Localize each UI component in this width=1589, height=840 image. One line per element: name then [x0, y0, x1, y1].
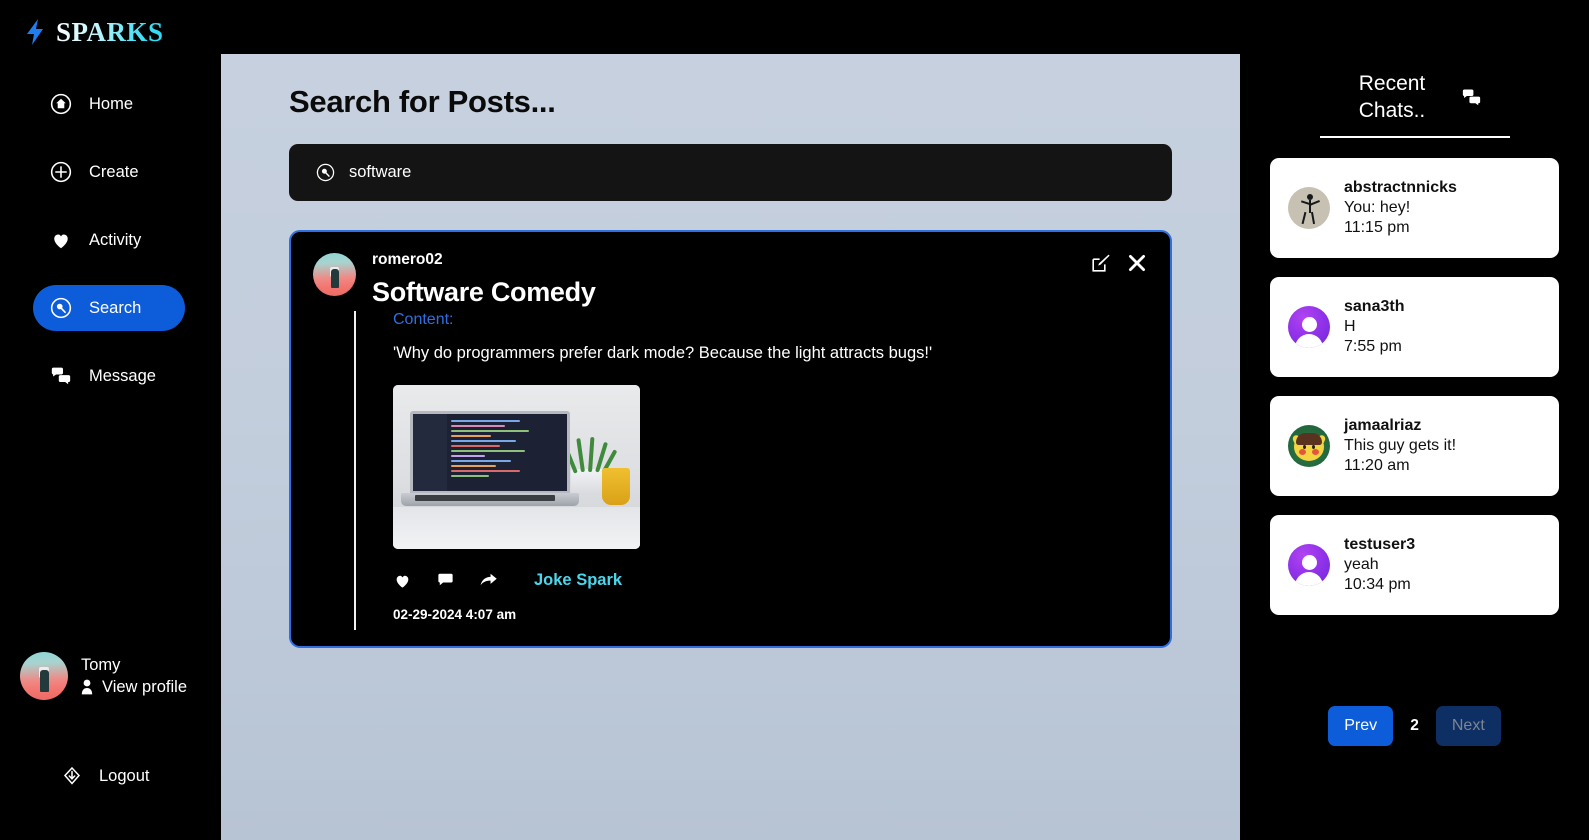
chat-username: abstractnnicks [1344, 179, 1457, 196]
logout-button[interactable]: Logout [62, 766, 149, 786]
chat-username: jamaalriaz [1344, 417, 1422, 434]
search-circle-icon [50, 297, 72, 319]
chat-list-item[interactable]: testuser3 yeah 10:34 pm [1270, 515, 1559, 615]
sidebar-item-label: Message [89, 366, 156, 385]
search-bar[interactable] [289, 144, 1172, 201]
next-page-button: Next [1435, 706, 1501, 746]
post-action-bar: Joke Spark [393, 571, 1148, 590]
comment-bubble-icon[interactable] [436, 571, 455, 590]
sidebar-item-activity[interactable]: Activity [33, 217, 185, 263]
close-x-icon [1129, 254, 1145, 271]
view-profile-label: View profile [102, 677, 187, 696]
plus-circle-icon [50, 161, 72, 183]
default-purple-avatar [1288, 544, 1330, 586]
content-label: Content: [393, 311, 454, 328]
sidebar-item-create[interactable]: Create [33, 149, 185, 195]
chat-last-message: You: hey! [1344, 199, 1411, 216]
share-arrow-icon[interactable] [479, 571, 498, 590]
sidebar-item-home[interactable]: Home [33, 81, 185, 127]
chat-last-message: yeah [1344, 556, 1379, 573]
chat-list-item[interactable]: jamaalriaz This guy gets it! 11:20 am [1270, 396, 1559, 496]
chat-list-item[interactable]: abstractnnicks You: hey! 11:15 pm [1270, 158, 1559, 258]
sidebar-item-search[interactable]: Search [33, 285, 185, 331]
chat-last-message: H [1344, 318, 1356, 335]
app-root: SPARKS Home Create Activity Search Messa… [0, 0, 1589, 840]
post-content-text: 'Why do programmers prefer dark mode? Be… [393, 344, 933, 362]
search-circle-icon [316, 163, 335, 182]
chat-bubbles-icon[interactable] [1460, 88, 1483, 107]
view-profile-link[interactable]: View profile [81, 678, 187, 697]
recent-chats-panel: Recent Chats.. abstractnnicks You: hey! … [1240, 0, 1589, 840]
default-purple-avatar [1288, 306, 1330, 348]
chat-timestamp: 10:34 pm [1344, 576, 1411, 593]
divider [1319, 136, 1510, 138]
heart-icon[interactable] [393, 571, 412, 590]
sidebar-item-label: Activity [89, 230, 142, 249]
sidebar: SPARKS Home Create Activity Search Messa… [0, 0, 221, 840]
brand-name: SPARKS [56, 16, 164, 47]
current-page-number: 2 [1410, 717, 1419, 734]
chat-username: testuser3 [1344, 536, 1416, 553]
chat-bubbles-icon [51, 367, 71, 385]
post-card-actions [1091, 253, 1147, 273]
chat-timestamp: 11:15 pm [1344, 219, 1410, 236]
chat-timestamp: 11:20 am [1344, 457, 1410, 474]
chat-timestamp: 7:55 pm [1344, 338, 1402, 355]
spark-tag[interactable]: Joke Spark [534, 571, 622, 590]
post-timestamp: 02-29-2024 4:07 am [393, 607, 517, 622]
sidebar-nav: Home Create Activity Search Message [0, 81, 221, 399]
sidebar-item-label: Search [89, 298, 142, 317]
chat-list-item[interactable]: sana3th H 7:55 pm [1270, 277, 1559, 377]
brand-logo[interactable]: SPARKS [0, 0, 221, 52]
edit-pencil-icon [1092, 254, 1110, 272]
pikachu-avatar [1288, 425, 1330, 467]
logout-icon [63, 766, 81, 785]
post-image[interactable] [393, 385, 640, 549]
sidebar-item-label: Create [89, 162, 139, 181]
post-title: Software Comedy [372, 277, 596, 307]
logout-label: Logout [99, 766, 150, 785]
heart-icon [54, 234, 68, 249]
search-input[interactable] [349, 163, 1145, 182]
chat-last-message: This guy gets it! [1344, 437, 1457, 454]
post-card: romero02 Software Comedy Content: 'Why d… [289, 230, 1172, 648]
avatar [20, 652, 68, 700]
post-author-username[interactable]: romero02 [372, 251, 1148, 269]
sidebar-item-label: Home [89, 94, 134, 113]
person-icon [81, 679, 93, 695]
stick-figure-avatar [1288, 187, 1330, 229]
lightning-bolt-icon [27, 19, 43, 45]
close-post-button[interactable] [1127, 253, 1147, 273]
chat-username: sana3th [1344, 298, 1405, 315]
prev-page-button[interactable]: Prev [1328, 706, 1394, 746]
recent-chats-title: Recent Chats.. [1358, 72, 1426, 122]
post-body: Content: 'Why do programmers prefer dark… [354, 311, 1148, 630]
edit-post-button[interactable] [1091, 253, 1111, 273]
pagination: Prev 2 Next [1240, 706, 1589, 746]
chat-list: abstractnnicks You: hey! 11:15 pm sana3t… [1240, 158, 1589, 615]
sidebar-item-message[interactable]: Message [33, 353, 185, 399]
home-circle-icon [50, 93, 72, 115]
main-content: Search for Posts... software romero02 So… [221, 54, 1240, 840]
post-author-avatar [313, 253, 356, 296]
page-title: Search for Posts... [289, 84, 556, 119]
sidebar-profile[interactable]: Tomy View profile [20, 652, 187, 700]
profile-username: Tomy [81, 655, 121, 674]
